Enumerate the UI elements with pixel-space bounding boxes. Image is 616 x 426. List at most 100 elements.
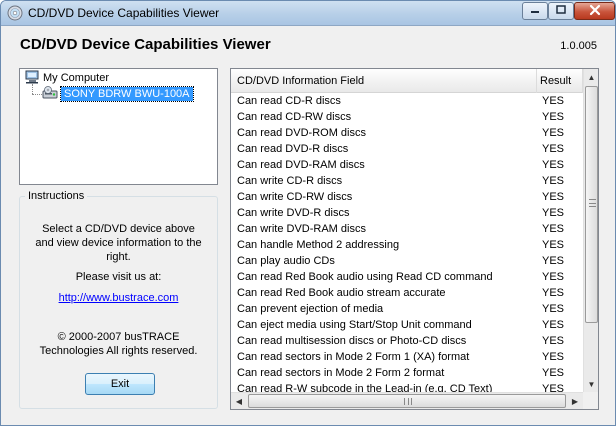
- vertical-scrollbar[interactable]: ▲ ▼: [583, 69, 598, 392]
- table-row[interactable]: Can play audio CDs YES: [231, 253, 583, 269]
- cell-result: YES: [542, 223, 565, 235]
- table-row[interactable]: Can write DVD-RAM discs YES: [231, 221, 583, 237]
- cell-result: YES: [542, 111, 565, 123]
- cell-result: YES: [542, 175, 565, 187]
- cell-result: YES: [542, 367, 565, 379]
- cell-field: Can read Red Book audio stream accurate: [237, 287, 446, 299]
- vertical-scroll-thumb[interactable]: [585, 86, 598, 323]
- cell-field: Can eject media using Start/Stop Unit co…: [237, 319, 472, 331]
- cell-result: YES: [542, 95, 565, 107]
- column-header-field[interactable]: CD/DVD Information Field: [231, 69, 537, 93]
- table-row[interactable]: Can read CD-RW discs YES: [231, 109, 583, 125]
- cd-app-icon: [7, 5, 23, 21]
- cell-field: Can handle Method 2 addressing: [237, 239, 400, 251]
- table-row[interactable]: Can eject media using Start/Stop Unit co…: [231, 317, 583, 333]
- instructions-text-1: Select a CD/DVD device above and view de…: [35, 223, 202, 263]
- cell-field: Can write CD-RW discs: [237, 191, 353, 203]
- table-row[interactable]: Can prevent ejection of media YES: [231, 301, 583, 317]
- tree-connector: [32, 94, 42, 95]
- close-button[interactable]: [574, 2, 615, 20]
- table-row[interactable]: Can read CD-R discs YES: [231, 93, 583, 109]
- cell-field: Can read DVD-R discs: [237, 143, 349, 155]
- cell-result: YES: [542, 127, 565, 139]
- client-area: CD/DVD Device Capabilities Viewer 1.0.00…: [1, 26, 615, 425]
- copyright-text: © 2000-2007 busTRACE Technologies All ri…: [20, 330, 217, 358]
- cell-result: YES: [542, 207, 565, 219]
- minimize-icon: [530, 5, 540, 18]
- cell-result: YES: [542, 143, 565, 155]
- cell-field: Can prevent ejection of media: [237, 303, 384, 315]
- table-row[interactable]: Can read DVD-RAM discs YES: [231, 157, 583, 173]
- cell-field: Can read sectors in Mode 2 Form 1 (XA) f…: [237, 351, 470, 363]
- cell-result: YES: [542, 191, 565, 203]
- window-title: CD/DVD Device Capabilities Viewer: [28, 6, 220, 20]
- horizontal-scroll-thumb[interactable]: [248, 394, 566, 408]
- minimize-button[interactable]: [522, 2, 548, 20]
- cd-drive-icon: [42, 85, 58, 103]
- tree-connector: [32, 84, 33, 94]
- instructions-heading: Instructions: [25, 190, 88, 202]
- table-row[interactable]: Can read sectors in Mode 2 Form 2 format…: [231, 365, 583, 381]
- page-title: CD/DVD Device Capabilities Viewer: [20, 36, 271, 53]
- cell-result: YES: [542, 287, 565, 299]
- cell-field: Can read CD-RW discs: [237, 111, 352, 123]
- tree-item-my-computer[interactable]: My Computer: [25, 70, 109, 86]
- table-row[interactable]: Can write CD-R discs YES: [231, 173, 583, 189]
- cell-result: YES: [542, 255, 565, 267]
- table-row[interactable]: Can read Red Book audio stream accurate Y…: [231, 285, 583, 301]
- table-row[interactable]: Can handle Method 2 addressing YES: [231, 237, 583, 253]
- table-row[interactable]: Can write DVD-R discs YES: [231, 205, 583, 221]
- cell-field: Can read Red Book audio using Read CD co…: [237, 271, 493, 283]
- horizontal-scrollbar[interactable]: ◀ ▶: [231, 392, 583, 409]
- scroll-up-arrow-icon[interactable]: ▲: [584, 69, 598, 85]
- app-window: CD/DVD Device Capabilities Viewer CD/DVD…: [0, 0, 616, 426]
- title-bar[interactable]: CD/DVD Device Capabilities Viewer: [1, 1, 615, 26]
- list-rows: Can read CD-R discs YES Can read CD-RW dis…: [231, 93, 583, 397]
- cell-field: Can read CD-R discs: [237, 95, 341, 107]
- tree-label-my-computer: My Computer: [43, 72, 110, 84]
- visit-us-text: Please visit us at:: [75, 271, 162, 283]
- instructions-text: Select a CD/DVD device above and view de…: [20, 222, 217, 264]
- cell-field: Can play audio CDs: [237, 255, 335, 267]
- cell-result: YES: [542, 239, 565, 251]
- cell-field: Can write DVD-RAM discs: [237, 223, 366, 235]
- cell-result: YES: [542, 335, 565, 347]
- cell-result: YES: [542, 351, 565, 363]
- list-header: CD/DVD Information Field Result: [231, 69, 583, 93]
- table-row[interactable]: Can read DVD-R discs YES: [231, 141, 583, 157]
- maximize-button[interactable]: [548, 2, 574, 20]
- cell-field: Can write DVD-R discs: [237, 207, 350, 219]
- cell-field: Can write CD-R discs: [237, 175, 343, 187]
- tree-label-device: SONY BDRW BWU-100A: [60, 86, 194, 102]
- scrollbar-corner: [583, 392, 598, 409]
- table-row[interactable]: Can read DVD-ROM discs YES: [231, 125, 583, 141]
- instructions-group: Instructions Select a CD/DVD device abov…: [19, 190, 218, 409]
- table-row[interactable]: Can read multisession discs or Photo-CD …: [231, 333, 583, 349]
- column-header-result[interactable]: Result: [537, 69, 583, 93]
- grip-icon: [589, 199, 596, 207]
- scroll-left-arrow-icon[interactable]: ◀: [231, 393, 247, 409]
- maximize-icon: [556, 4, 566, 18]
- grip-icon: [404, 398, 412, 405]
- cell-result: YES: [542, 159, 565, 171]
- scroll-right-arrow-icon[interactable]: ▶: [567, 393, 583, 409]
- tree-item-device[interactable]: SONY BDRW BWU-100A: [42, 85, 194, 103]
- table-row[interactable]: Can write CD-RW discs YES: [231, 189, 583, 205]
- scroll-down-arrow-icon[interactable]: ▼: [584, 376, 598, 392]
- table-row[interactable]: Can read Red Book audio using Read CD co…: [231, 269, 583, 285]
- cell-result: YES: [542, 271, 565, 283]
- close-icon: [589, 4, 601, 19]
- device-tree[interactable]: My Computer SONY BDRW BWU-100A: [19, 68, 218, 185]
- cell-result: YES: [542, 319, 565, 331]
- website-link[interactable]: http://www.bustrace.com: [20, 291, 217, 305]
- exit-button[interactable]: Exit: [85, 373, 155, 395]
- capabilities-list[interactable]: CD/DVD Information Field Result Can read…: [230, 68, 599, 410]
- cell-field: Can read DVD-ROM discs: [237, 127, 366, 139]
- version-label: 1.0.005: [560, 40, 597, 52]
- cell-result: YES: [542, 303, 565, 315]
- cell-field: Can read multisession discs or Photo-CD …: [237, 335, 467, 347]
- table-row[interactable]: Can read sectors in Mode 2 Form 1 (XA) f…: [231, 349, 583, 365]
- copyright-label: © 2000-2007 busTRACE Technologies All ri…: [39, 331, 198, 357]
- cell-field: Can read sectors in Mode 2 Form 2 format: [237, 367, 445, 379]
- cell-field: Can read DVD-RAM discs: [237, 159, 365, 171]
